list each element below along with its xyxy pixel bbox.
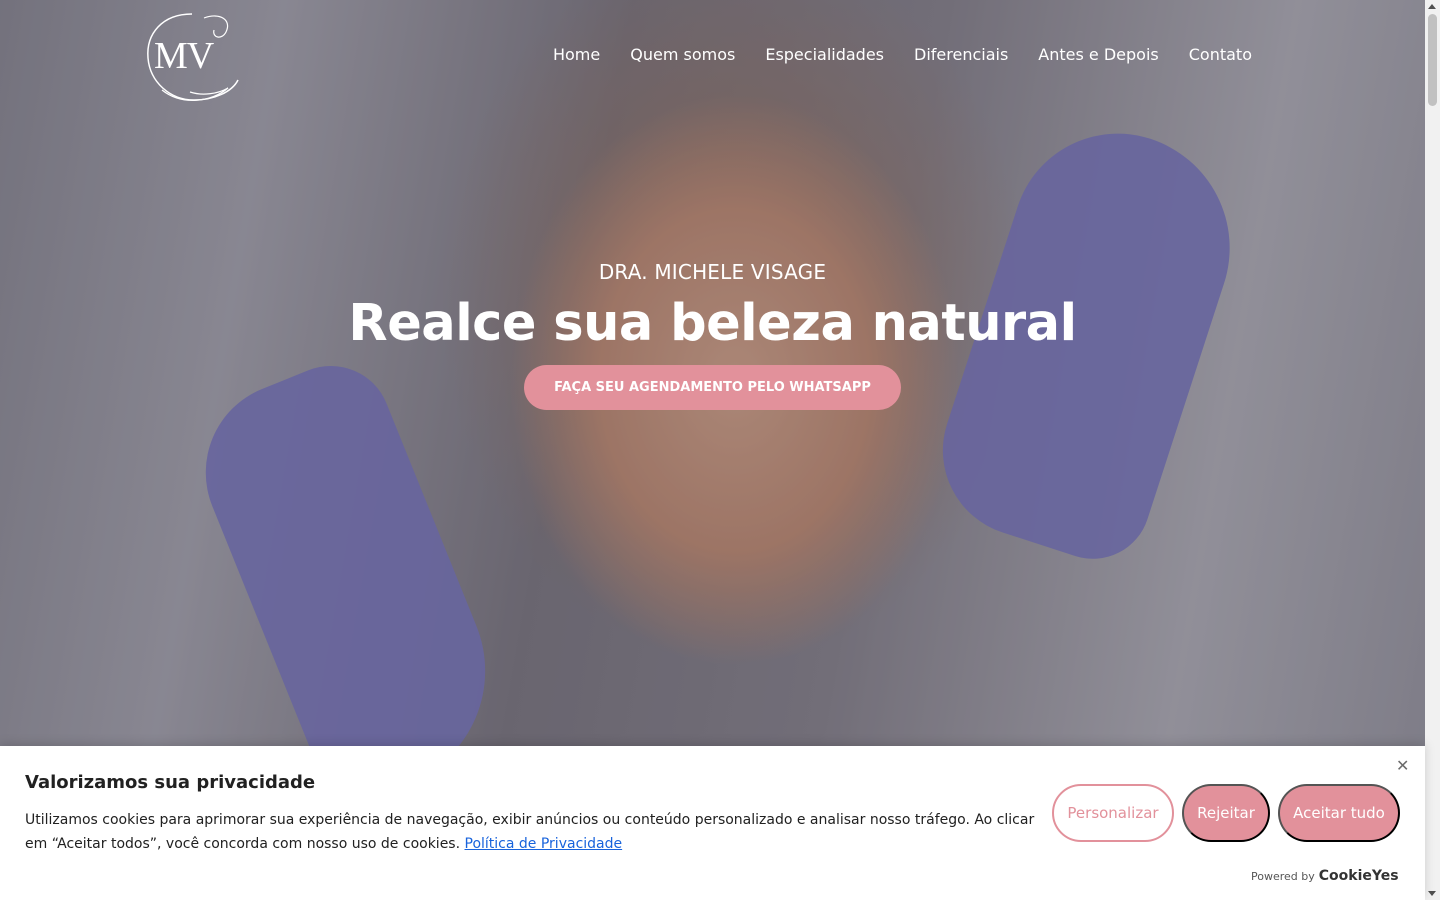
privacy-policy-link[interactable]: Política de Privacidade (465, 836, 623, 852)
cookie-title: Valorizamos sua privacidade (25, 772, 316, 793)
hero-content: DRA. MICHELE VISAGE Realce sua beleza na… (0, 260, 1425, 410)
nav-item-especialidades[interactable]: Especialidades (765, 45, 884, 64)
cookieyes-logo: CookieYes (1318, 868, 1399, 884)
scroll-down-arrow-icon[interactable] (1428, 891, 1436, 896)
nav-item-antes-e-depois[interactable]: Antes e Depois (1038, 45, 1158, 64)
page-scrollbar[interactable] (1425, 0, 1440, 900)
close-icon[interactable]: ✕ (1396, 756, 1409, 776)
cookie-description: Utilizamos cookies para aprimorar sua ex… (25, 808, 1035, 856)
powered-by-label: Powered by (1251, 870, 1315, 883)
hero-headline: Realce sua beleza natural (348, 294, 1077, 353)
accept-all-cookies-button[interactable]: Aceitar tudo (1278, 784, 1400, 842)
main-nav: Home Quem somos Especialidades Diferenci… (553, 45, 1252, 64)
site-logo[interactable]: MV (142, 10, 242, 104)
reject-cookies-button[interactable]: Rejeitar (1182, 784, 1270, 842)
powered-by: Powered by CookieYes (1251, 868, 1399, 884)
nav-item-contato[interactable]: Contato (1189, 45, 1252, 64)
whatsapp-booking-button[interactable]: FAÇA SEU AGENDAMENTO PELO WHATSAPP (524, 365, 901, 410)
hero-eyebrow: DRA. MICHELE VISAGE (598, 260, 827, 284)
customize-cookies-button[interactable]: Personalizar (1052, 784, 1174, 842)
cookie-banner: Valorizamos sua privacidade Utilizamos c… (0, 746, 1425, 900)
nav-item-diferenciais[interactable]: Diferenciais (914, 45, 1008, 64)
scrollbar-thumb[interactable] (1428, 14, 1437, 106)
scroll-up-arrow-icon[interactable] (1428, 4, 1436, 9)
logo-monogram: MV (154, 35, 214, 77)
nav-item-home[interactable]: Home (553, 45, 600, 64)
nav-item-quem-somos[interactable]: Quem somos (630, 45, 735, 64)
